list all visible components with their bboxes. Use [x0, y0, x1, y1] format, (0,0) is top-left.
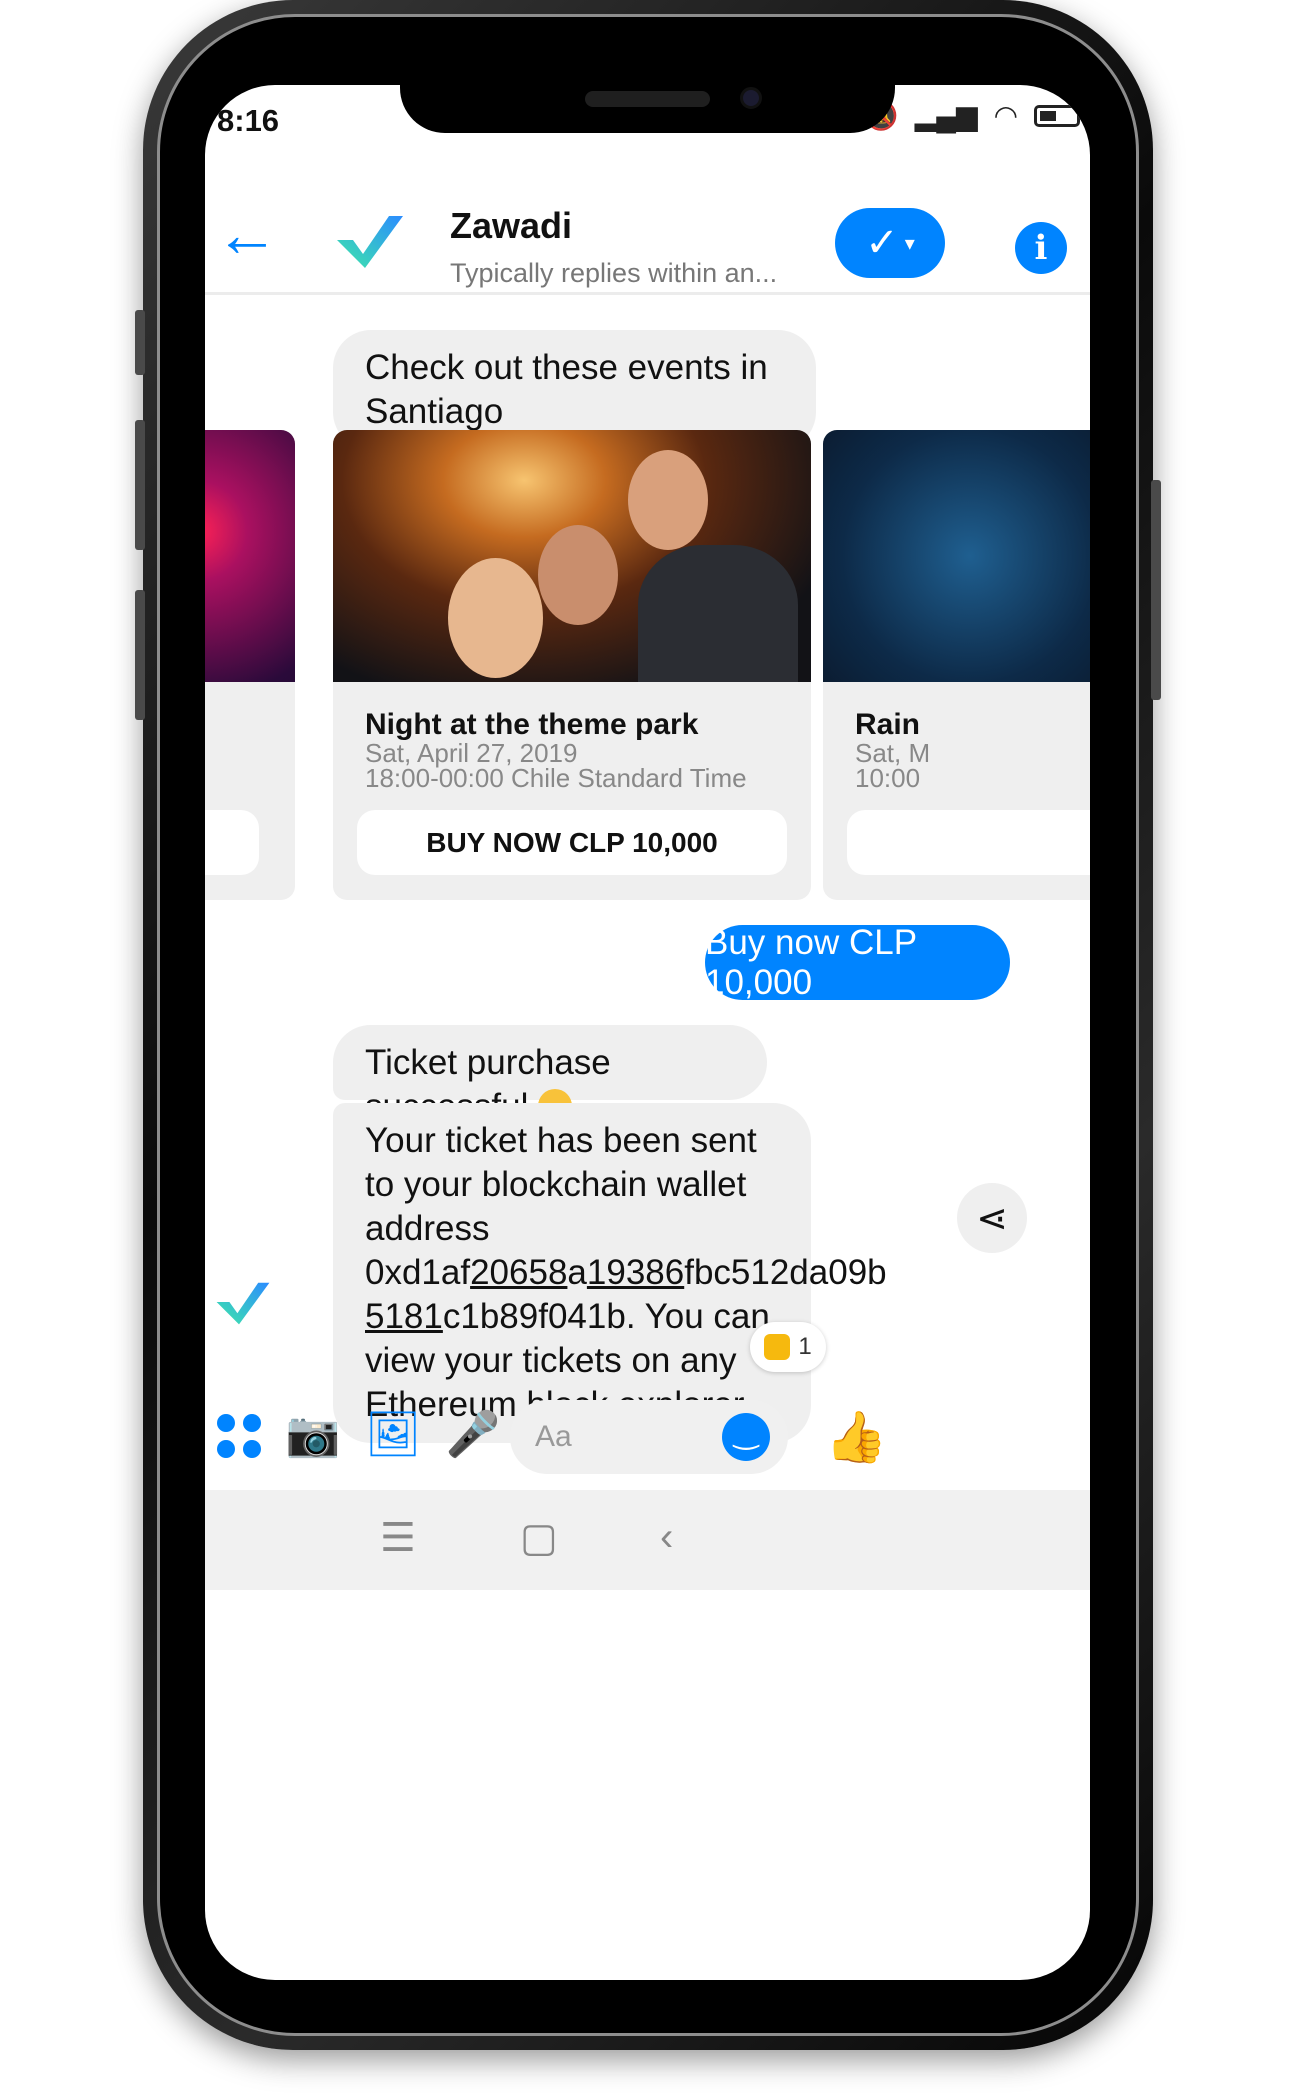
chat-title: Zawadi: [450, 205, 573, 246]
event-card-main[interactable]: Night at the theme park Sat, April 27, 2…: [333, 430, 811, 900]
message-ticket-sent: Your ticket has been sent to your blockc…: [333, 1103, 887, 1443]
recents-menu-icon[interactable]: ☰: [380, 1515, 416, 1561]
wallet-address-link-3[interactable]: 5181: [365, 1297, 443, 1336]
zawadi-logo-icon[interactable]: [335, 210, 405, 270]
event-title: Night at the theme park: [365, 708, 699, 741]
buy-button-right[interactable]: [847, 810, 1090, 875]
reaction-count: 1: [798, 1333, 812, 1360]
message-outgoing: Buy now CLP 10,000: [705, 923, 1010, 1002]
camera-icon[interactable]: 📷: [283, 1408, 343, 1460]
like-thumb-icon[interactable]: 👍: [825, 1408, 887, 1467]
message-composer: 📷 🖼 🎤 Aa 👍: [205, 1400, 1090, 1480]
notch: [400, 85, 895, 133]
share-icon[interactable]: ⋖: [957, 1183, 1027, 1253]
bot-avatar-icon: [216, 1282, 270, 1325]
photo-person-3: [628, 450, 708, 550]
side-button-left-2: [135, 420, 145, 550]
wallet-address-part-4: fbc512da09b: [684, 1253, 887, 1292]
info-icon[interactable]: i: [1015, 222, 1067, 274]
side-button-left-1: [135, 310, 145, 375]
photo-shirt: [638, 545, 798, 682]
message-placeholder: Aa: [535, 1420, 572, 1453]
wallet-address-part-2: a: [567, 1253, 587, 1292]
status-time: 8:16: [217, 103, 280, 138]
side-button-left-3: [135, 590, 145, 720]
phone-screen: 8:16 🔕 ▂▄▆ ◠ ← Zawadi Typically replies …: [205, 85, 1090, 1980]
battery-icon: [1034, 104, 1080, 127]
event-time-right: 10:00: [855, 763, 921, 793]
microphone-icon[interactable]: 🎤: [443, 1408, 503, 1460]
speaker: [585, 91, 710, 107]
buy-button-left[interactable]: [205, 810, 259, 875]
event-image-left: [205, 430, 295, 682]
back-chevron-icon[interactable]: ‹: [660, 1515, 673, 1560]
wallet-address-link-1[interactable]: 20658: [470, 1253, 567, 1292]
chat-subtitle: Typically replies within an...: [450, 258, 778, 288]
wallet-address-link-2[interactable]: 19386: [587, 1253, 684, 1292]
event-time: 18:00-00:00 Chile Standard Time: [365, 763, 747, 793]
event-image-theme-park: [333, 430, 811, 682]
status-icons: 🔕 ▂▄▆ ◠: [864, 99, 1080, 132]
check-menu-button[interactable]: ✓ ▾: [835, 208, 945, 278]
home-square-icon[interactable]: ▢: [520, 1515, 558, 1561]
apps-grid-icon[interactable]: [217, 1414, 263, 1460]
event-carousel[interactable]: Night at the theme park Sat, April 27, 2…: [205, 430, 1090, 900]
buy-now-button[interactable]: BUY NOW CLP 10,000: [357, 810, 787, 875]
photo-person-2: [538, 525, 618, 625]
wifi-icon: ◠: [993, 100, 1018, 131]
system-navigation-bar: ☰ ▢ ‹: [205, 1490, 1090, 1590]
front-camera: [740, 87, 762, 109]
reaction-badge[interactable]: 1: [750, 1322, 826, 1372]
event-image-right: [823, 430, 1090, 682]
thumbs-up-emoji-icon: [764, 1334, 791, 1360]
side-button-right: [1151, 480, 1161, 700]
event-card-left[interactable]: [205, 430, 295, 900]
back-arrow-icon[interactable]: ←: [215, 202, 279, 266]
message-purchase-success: Ticket purchase successful .: [333, 1025, 767, 1136]
check-icon: ✓: [865, 221, 899, 265]
emoji-icon[interactable]: [722, 1413, 770, 1461]
event-card-right[interactable]: Rain Sat, M 10:00: [823, 430, 1090, 900]
event-title-right: Rain: [855, 708, 921, 741]
caret-down-icon: ▾: [904, 232, 915, 255]
message-input[interactable]: Aa: [510, 1400, 788, 1474]
signal-icon: ▂▄▆: [914, 100, 978, 131]
chat-header: ← Zawadi Typically replies within an... …: [205, 180, 1090, 295]
gallery-icon[interactable]: 🖼: [363, 1408, 423, 1460]
photo-person-1: [448, 558, 543, 678]
